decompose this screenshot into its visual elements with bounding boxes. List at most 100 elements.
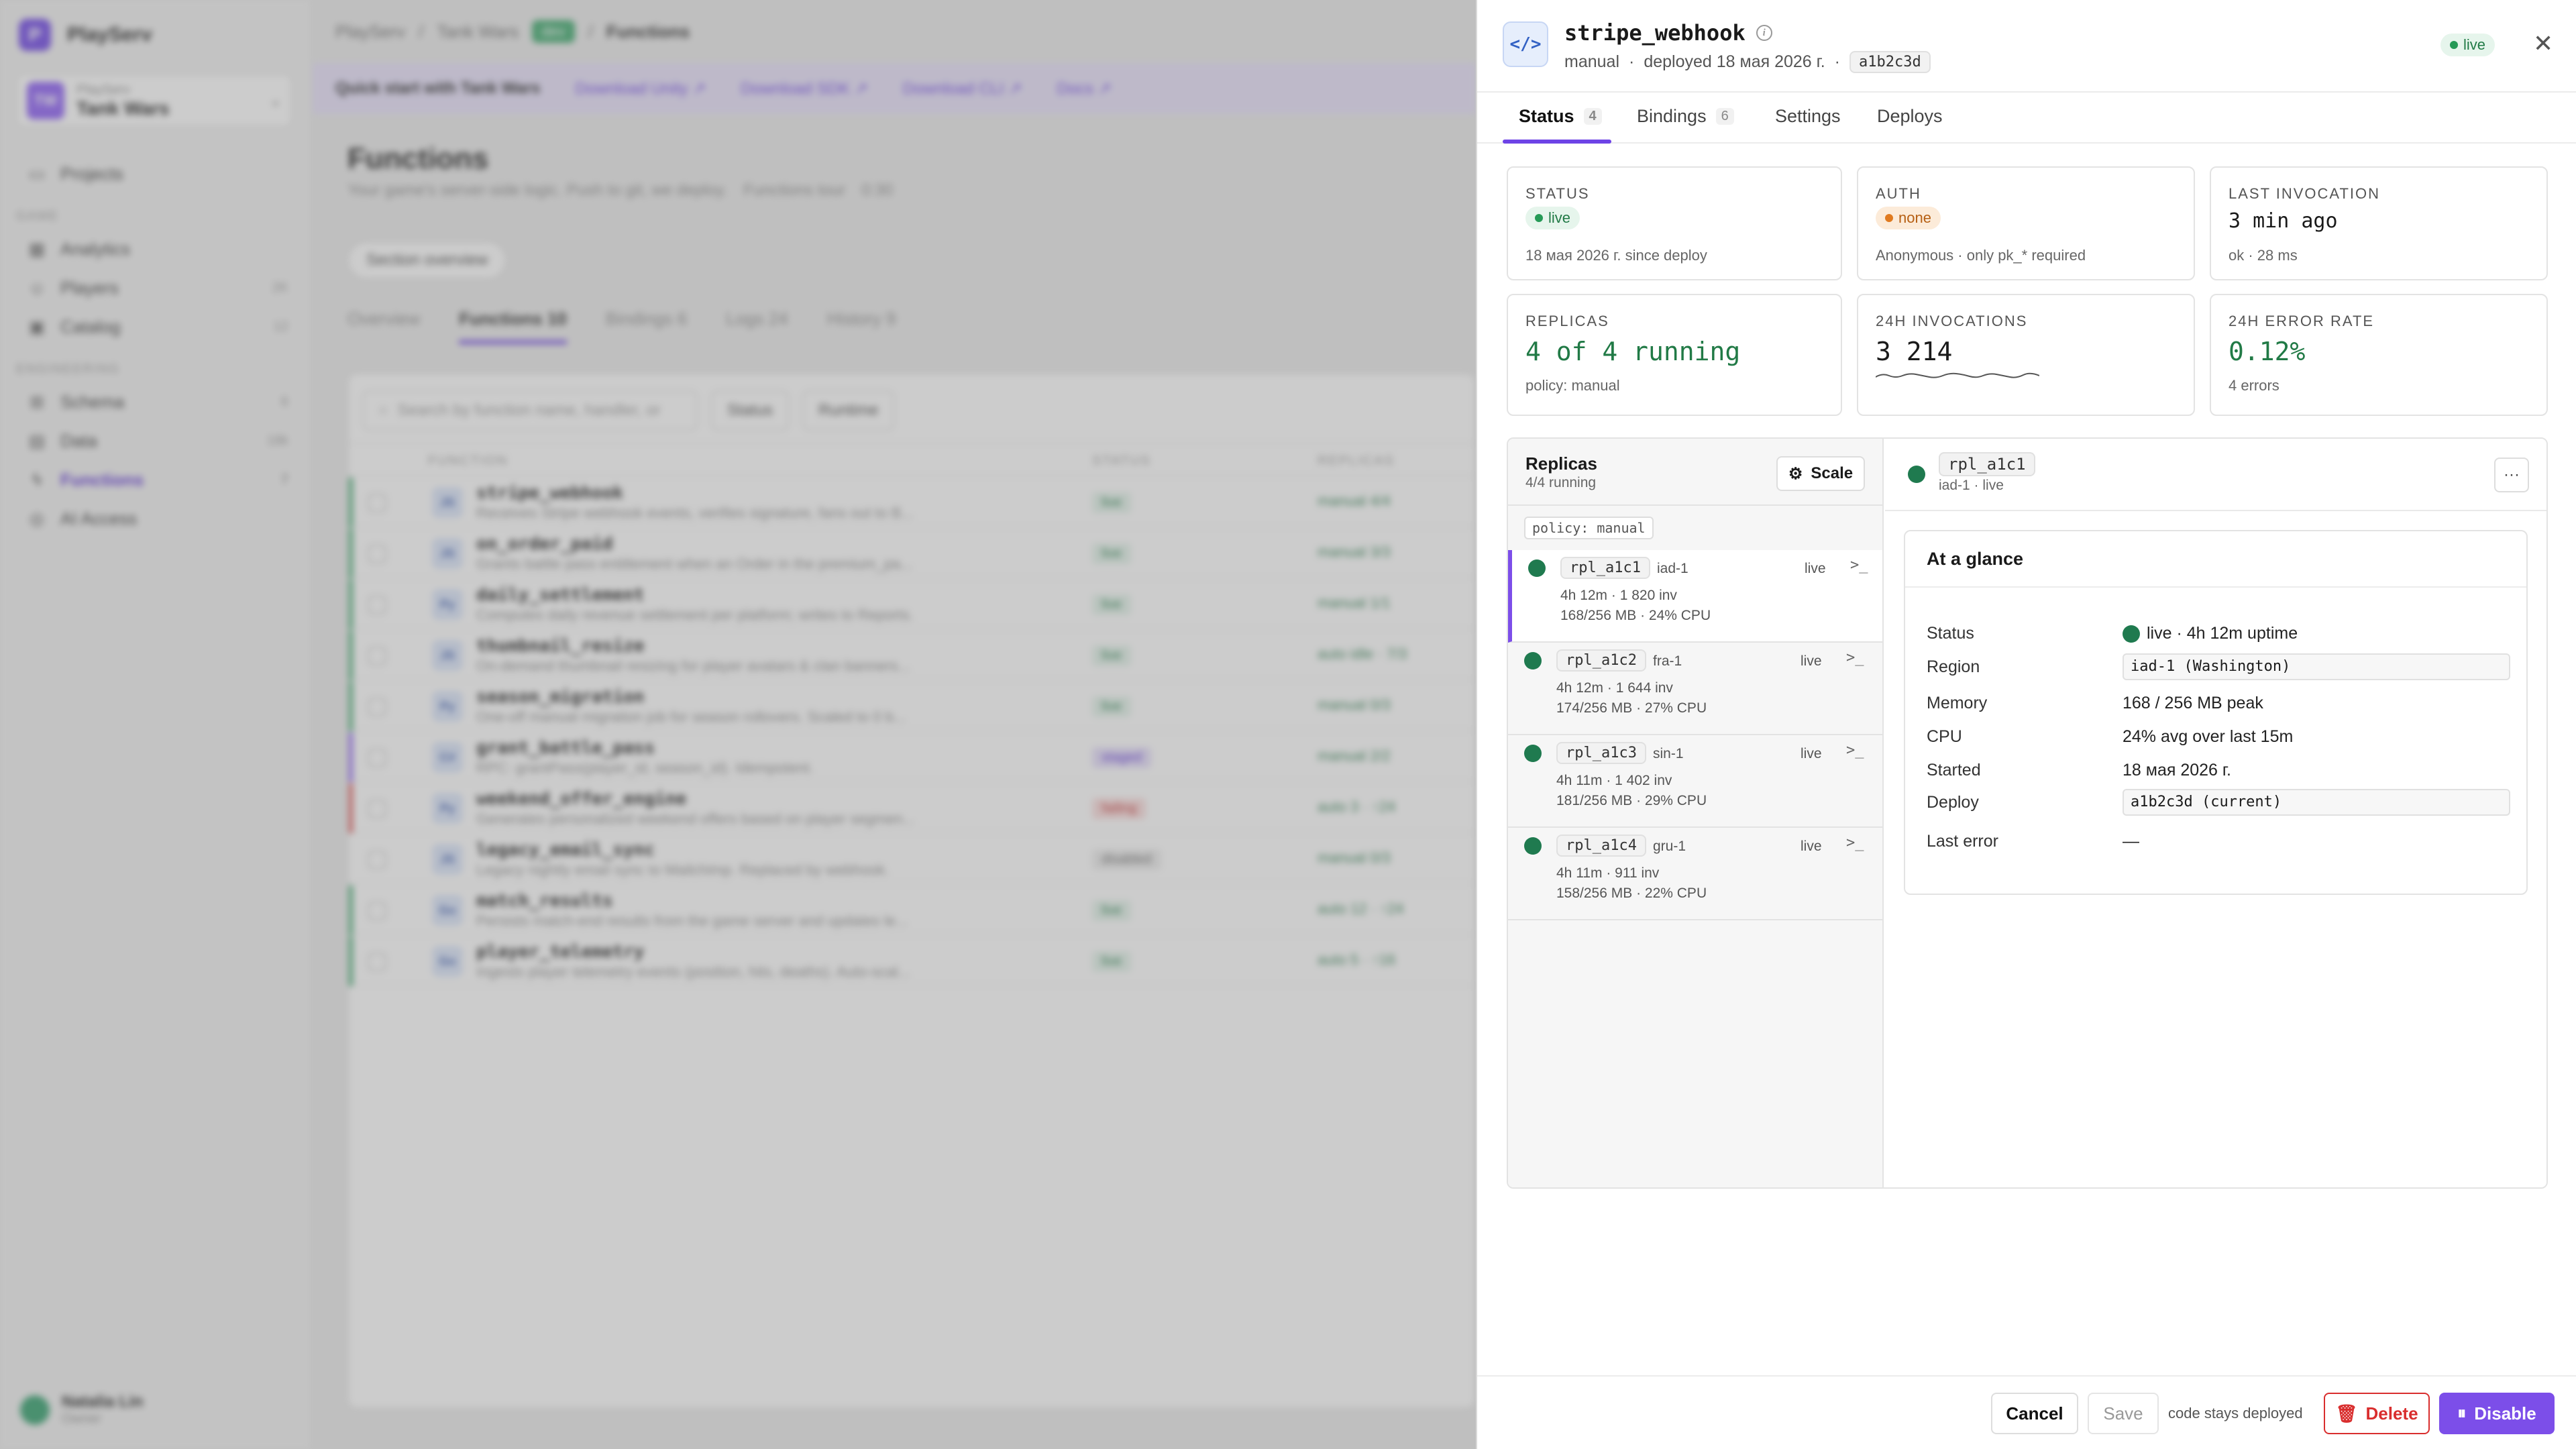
replica-item[interactable]: rpl_a1c4 gru-1 live >_ 4h 11m · 911 inv … bbox=[1508, 828, 1882, 920]
card-label: LAST INVOCATION bbox=[2229, 185, 2381, 202]
function-drawer: </> stripe_webhook i manual · deployed 1… bbox=[1476, 0, 2576, 1449]
replica-state: live bbox=[1801, 653, 1822, 669]
card-sub: 4 errors bbox=[2229, 377, 2279, 394]
code-icon: </> bbox=[1503, 21, 1548, 67]
glance-key: Last error bbox=[1927, 832, 1998, 851]
tab-deploys[interactable]: Deploys bbox=[1877, 106, 1943, 127]
divider bbox=[1885, 510, 2546, 511]
divider bbox=[1508, 504, 1884, 506]
replica-region: gru-1 bbox=[1653, 839, 1686, 854]
replica-region: fra-1 bbox=[1653, 653, 1682, 669]
auth-badge: none bbox=[1876, 207, 1941, 229]
glance-value: 18 мая 2026 г. bbox=[2123, 761, 2231, 780]
status-dot-icon bbox=[1524, 652, 1542, 669]
glance-key: Region bbox=[1927, 657, 1980, 676]
trash-icon: 🗑 bbox=[2335, 1403, 2358, 1424]
glance-row-cpu: CPU 24% avg over last 15m bbox=[1927, 722, 2510, 751]
replica-id: rpl_a1c1 bbox=[1560, 557, 1650, 579]
terminal-icon[interactable]: >_ bbox=[1846, 742, 1864, 759]
replica-item[interactable]: rpl_a1c2 fra-1 live >_ 4h 12m · 1 644 in… bbox=[1508, 643, 1882, 735]
glance-row-last-error: Last error — bbox=[1927, 826, 2510, 856]
card-value: 0.12% bbox=[2229, 337, 2306, 366]
terminal-icon[interactable]: >_ bbox=[1846, 649, 1864, 666]
drawer-header: </> stripe_webhook i manual · deployed 1… bbox=[1477, 0, 2576, 93]
cancel-button[interactable]: Cancel bbox=[1991, 1393, 2078, 1434]
card-label: 24H ERROR RATE bbox=[2229, 313, 2375, 329]
card-last-invocation: LAST INVOCATION 3 min ago ok · 28 ms bbox=[2210, 166, 2548, 280]
save-button[interactable]: Save bbox=[2088, 1393, 2159, 1434]
drawer-meta: manual · deployed 18 мая 2026 г. · a1b2c… bbox=[1564, 51, 1931, 73]
replica-resources: 158/256 MB · 22% CPU bbox=[1556, 885, 1707, 901]
glance-value: a1b2c3d (current) bbox=[2123, 789, 2510, 816]
glance-key: Memory bbox=[1927, 694, 1988, 712]
commit-chip[interactable]: a1b2c3d bbox=[1849, 51, 1931, 73]
status-dot-icon bbox=[1908, 466, 1925, 483]
replica-id: rpl_a1c2 bbox=[1556, 649, 1646, 672]
status-dot-icon bbox=[1524, 745, 1542, 762]
drawer-title: stripe_webhook i bbox=[1564, 20, 1772, 46]
at-a-glance-card: At a glance Status live · 4h 12m uptime … bbox=[1904, 530, 2528, 895]
card-error-rate: 24H ERROR RATE 0.12% 4 errors bbox=[2210, 294, 2548, 416]
invocations-sparkline bbox=[1876, 372, 2039, 378]
replica-uptime: 4h 11m · 911 inv bbox=[1556, 865, 1660, 881]
glance-key: CPU bbox=[1927, 727, 1962, 746]
glance-key: Status bbox=[1927, 624, 1974, 643]
disable-button[interactable]: ⏸ Disable bbox=[2439, 1393, 2555, 1434]
glance-title: At a glance bbox=[1927, 549, 2024, 569]
replica-resources: 181/256 MB · 29% CPU bbox=[1556, 793, 1707, 808]
status-dot-icon bbox=[1528, 559, 1546, 577]
divider bbox=[1905, 586, 2526, 588]
replica-region: sin-1 bbox=[1653, 746, 1684, 761]
replica-uptime: 4h 12m · 1 820 inv bbox=[1560, 588, 1677, 603]
glance-key: Started bbox=[1927, 761, 1981, 780]
replicas-sub: 4/4 running bbox=[1525, 475, 1597, 490]
glance-row-region: Region iad-1 (Washington) bbox=[1927, 652, 2510, 682]
scale-button[interactable]: ⚙ Scale bbox=[1776, 456, 1865, 491]
glance-value: 168 / 256 MB peak bbox=[2123, 694, 2263, 712]
card-value: 3 214 bbox=[1876, 337, 1953, 366]
card-status: STATUS live 18 мая 2026 г. since deploy bbox=[1507, 166, 1842, 280]
tab-status[interactable]: Status 4 bbox=[1519, 106, 1602, 127]
card-label: REPLICAS bbox=[1525, 313, 1609, 329]
replica-item[interactable]: rpl_a1c3 sin-1 live >_ 4h 11m · 1 402 in… bbox=[1508, 735, 1882, 828]
terminal-icon[interactable]: >_ bbox=[1846, 835, 1864, 851]
tab-bindings[interactable]: Bindings 6 bbox=[1637, 106, 1734, 127]
card-sub: 18 мая 2026 г. since deploy bbox=[1525, 247, 1707, 264]
status-dot-icon bbox=[1535, 214, 1543, 222]
replica-uptime: 4h 12m · 1 644 inv bbox=[1556, 680, 1673, 696]
more-options-button[interactable]: ··· bbox=[2494, 458, 2529, 492]
meta-policy: manual bbox=[1564, 52, 1619, 71]
glance-value: live · 4h 12m uptime bbox=[2123, 624, 2298, 643]
info-icon[interactable]: i bbox=[1756, 25, 1772, 41]
close-icon[interactable]: ✕ bbox=[2533, 30, 2553, 58]
status-dot-icon bbox=[2450, 41, 2458, 49]
replicas-panel: Replicas 4/4 running ⚙ Scale policy: man… bbox=[1507, 437, 2548, 1189]
glance-value: — bbox=[2123, 832, 2139, 851]
gear-icon: ⚙ bbox=[1788, 464, 1803, 483]
card-value: 4 of 4 running bbox=[1525, 337, 1741, 366]
glance-row-started: Started 18 мая 2026 г. bbox=[1927, 755, 2510, 785]
status-badge: live bbox=[2440, 34, 2496, 56]
active-tab-indicator bbox=[1503, 140, 1611, 144]
status-dot-icon bbox=[2123, 625, 2140, 643]
glance-row-deploy: Deploy a1b2c3d (current) bbox=[1927, 788, 2510, 817]
terminal-icon[interactable]: >_ bbox=[1850, 557, 1868, 574]
replica-detail: rpl_a1c1 iad-1 · live ··· At a glance St… bbox=[1885, 439, 2546, 1187]
replica-state: live bbox=[1805, 561, 1826, 576]
drawer-footer: Cancel Save code stays deployed 🗑 Delete… bbox=[1477, 1375, 2576, 1449]
replicas-title: Replicas bbox=[1525, 453, 1597, 474]
replica-item[interactable]: rpl_a1c1 iad-1 live >_ 4h 12m · 1 820 in… bbox=[1508, 550, 1882, 643]
drawer-tabs: Status 4 Bindings 6 Settings Deploys bbox=[1477, 93, 2576, 228]
card-auth: AUTH none Anonymous · only pk_* required bbox=[1857, 166, 2195, 280]
card-sub: policy: manual bbox=[1525, 377, 1620, 394]
warning-dot-icon bbox=[1885, 214, 1893, 222]
status-dot-icon bbox=[1524, 837, 1542, 855]
tab-settings[interactable]: Settings bbox=[1775, 106, 1841, 127]
function-name: stripe_webhook bbox=[1564, 20, 1746, 46]
delete-button[interactable]: 🗑 Delete bbox=[2324, 1393, 2430, 1434]
glance-value: 24% avg over last 15m bbox=[2123, 727, 2294, 746]
replica-region: iad-1 bbox=[1657, 561, 1688, 576]
replica-state: live bbox=[1801, 839, 1822, 854]
replica-uptime: 4h 11m · 1 402 inv bbox=[1556, 773, 1672, 788]
card-replicas: REPLICAS 4 of 4 running policy: manual bbox=[1507, 294, 1842, 416]
